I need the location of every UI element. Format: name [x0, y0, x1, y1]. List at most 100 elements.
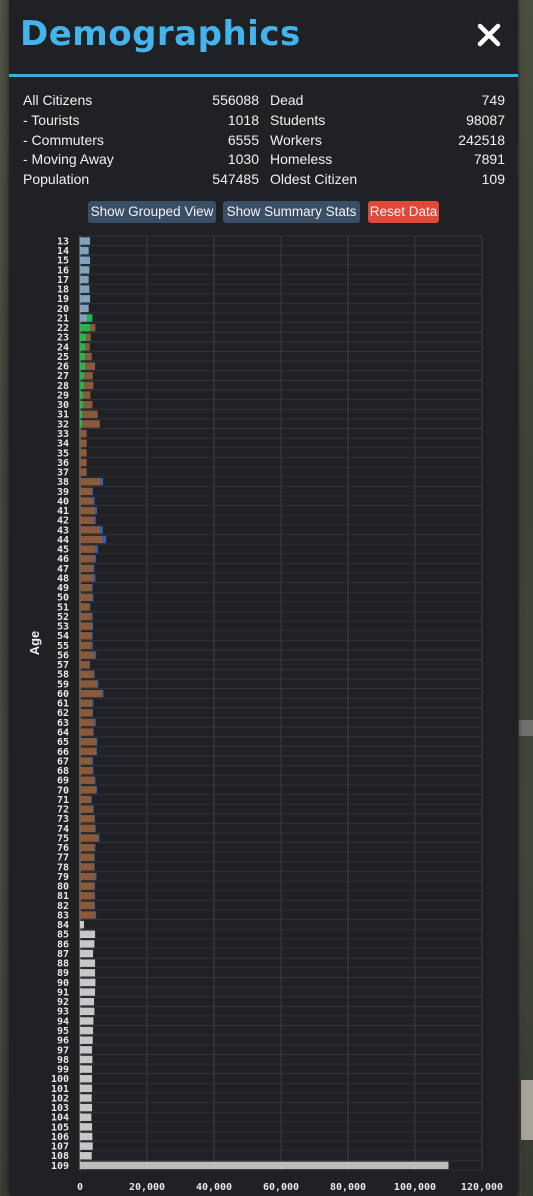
bar-worker — [80, 526, 101, 534]
bar-worker_tag — [94, 516, 96, 524]
bar-worker — [80, 487, 93, 496]
bar-worker — [80, 439, 87, 447]
bar-retired — [80, 1094, 92, 1102]
bar-worker — [80, 766, 93, 775]
bar-worker_tag — [91, 612, 93, 621]
bar-retired — [80, 949, 94, 958]
bar-worker_tag — [93, 497, 95, 505]
bar-worker — [80, 689, 103, 698]
bar-worker_tag — [94, 892, 96, 900]
bar-retired — [80, 940, 95, 948]
bar-worker — [85, 362, 96, 370]
bar-worker_tag — [91, 795, 92, 804]
bar-worker_tag — [95, 824, 96, 833]
bar-student — [80, 410, 83, 419]
bar-worker — [80, 612, 92, 621]
x-tick-label: 120,000 — [461, 1182, 503, 1193]
bar-worker — [80, 872, 96, 881]
bar-worker — [84, 381, 94, 390]
bar-worker_tag — [94, 555, 97, 563]
bar-worker — [80, 718, 95, 727]
bar-child — [80, 237, 91, 245]
bar-retired — [80, 978, 96, 987]
bar-retired — [80, 1152, 92, 1160]
bar-retired — [80, 1142, 93, 1150]
bar-worker — [80, 506, 96, 515]
bar-retired — [80, 1113, 92, 1121]
bar-worker — [85, 352, 92, 361]
bar-worker_tag — [95, 872, 97, 881]
bar-worker — [80, 535, 103, 544]
bar-worker — [80, 593, 93, 601]
bar-worker_tag — [96, 747, 98, 756]
bar-worker — [82, 420, 100, 428]
bar-worker — [80, 564, 94, 573]
bar-worker_tag — [94, 718, 96, 727]
bar-worker — [82, 410, 98, 419]
bar-worker_tag — [91, 632, 93, 640]
bar-worker_tag — [98, 834, 100, 842]
bar-retired — [80, 1017, 94, 1025]
bar-worker — [80, 815, 95, 823]
bar-worker — [80, 853, 95, 861]
bar-child — [80, 314, 88, 322]
bar-worker — [80, 824, 96, 833]
bar-worker — [80, 603, 90, 611]
bar-child — [80, 304, 89, 313]
bar-worker_tag — [92, 593, 94, 601]
bar-worker_tag — [100, 526, 103, 534]
bar-worker_tag — [95, 506, 98, 515]
bar-worker_tag — [92, 699, 94, 707]
bar-retired — [80, 969, 96, 977]
bar-retired — [80, 1123, 93, 1131]
x-tick-label: 100,000 — [394, 1182, 436, 1193]
bar-retired — [80, 930, 96, 939]
bar-worker — [80, 680, 98, 688]
x-tick-label: 20,000 — [129, 1182, 165, 1193]
bar-worker — [80, 901, 95, 910]
bar-worker — [90, 323, 96, 332]
bar-retired — [80, 1026, 94, 1035]
bar-worker_tag — [94, 815, 96, 823]
bar-retired — [80, 1036, 93, 1044]
bar-child — [80, 295, 91, 303]
bar-worker — [80, 670, 94, 679]
bar-worker_tag — [93, 574, 96, 582]
x-tick-label: 60,000 — [263, 1182, 299, 1193]
bar-worker_tag — [92, 709, 94, 717]
bar-worker_tag — [102, 535, 107, 544]
bar-worker_tag — [94, 901, 96, 910]
bar-worker — [80, 583, 92, 592]
bar-child — [80, 275, 89, 284]
bar-worker — [80, 458, 87, 467]
bar-student — [80, 343, 86, 351]
bar-worker_tag — [96, 738, 98, 746]
bar-worker — [80, 863, 95, 871]
bar-worker — [80, 747, 97, 756]
x-tick-label: 40,000 — [196, 1182, 232, 1193]
bar-worker_tag — [93, 728, 94, 736]
bar-worker_tag — [91, 583, 93, 592]
bar-worker — [80, 795, 92, 804]
bar-worker — [80, 892, 95, 900]
age-distribution-chart: 0 20,000 40,000 60,000 80,000 100,000 120,000 A… — [27, 235, 503, 1193]
bar-retired — [80, 988, 96, 996]
bar-retired — [80, 1055, 93, 1064]
bar-worker — [83, 391, 91, 399]
bar-student — [80, 352, 86, 361]
bar-worker — [80, 776, 95, 784]
bar-worker_tag — [89, 660, 91, 669]
bar-worker — [80, 786, 97, 794]
bar-worker — [80, 449, 87, 457]
bar-child — [80, 285, 90, 293]
bar-worker_tag — [92, 622, 94, 630]
bar-student — [80, 381, 85, 390]
bar-retired — [80, 1007, 95, 1016]
bar-student — [80, 372, 85, 380]
bar-worker_tag — [94, 882, 96, 890]
bar-worker — [80, 757, 92, 765]
bar-worker_tag — [91, 641, 93, 650]
bar-retired — [80, 920, 85, 929]
bar-worker_tag — [91, 757, 94, 765]
bar-worker — [80, 882, 95, 890]
